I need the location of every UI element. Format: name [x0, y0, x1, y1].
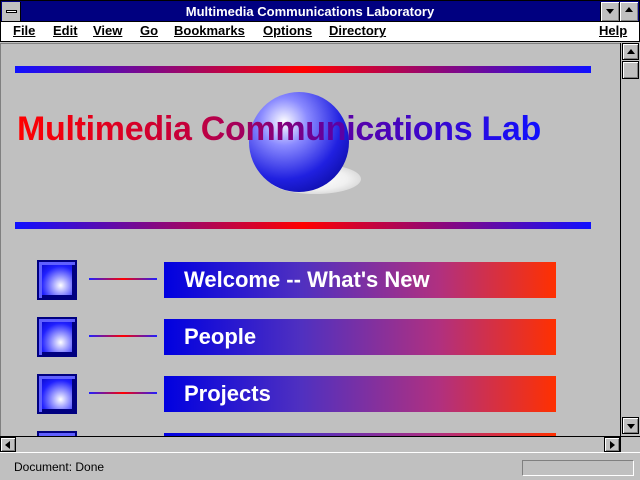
progress-indicator	[522, 460, 634, 476]
blue-square-bullet-icon[interactable]	[37, 260, 77, 300]
content-area[interactable]: Multimedia Communications Lab Welcome --…	[0, 43, 620, 436]
arrow-down-icon[interactable]	[622, 417, 639, 434]
nav-link-label: Projects	[184, 381, 271, 406]
menu-options[interactable]: Options	[263, 23, 312, 38]
title-bar[interactable]: Multimedia Communications Laboratory	[0, 0, 640, 22]
menu-file[interactable]: File	[13, 23, 35, 38]
nav-row-people: People	[37, 317, 557, 357]
nav-link-people[interactable]: People	[164, 319, 556, 355]
scrollbar-corner	[620, 436, 640, 452]
arrow-left-icon[interactable]	[0, 437, 16, 452]
nav-link-projects[interactable]: Projects	[164, 376, 556, 412]
blue-square-bullet-icon[interactable]	[37, 374, 77, 414]
vertical-scrollbar[interactable]	[620, 43, 640, 436]
maximize-icon[interactable]	[619, 2, 638, 21]
menu-help[interactable]: Help	[599, 23, 627, 38]
system-menu-icon[interactable]	[2, 2, 21, 21]
arrow-up-icon[interactable]	[622, 43, 639, 60]
menu-go[interactable]: Go	[140, 23, 158, 38]
menu-bookmarks[interactable]: Bookmarks	[174, 23, 245, 38]
connector-line	[89, 278, 157, 280]
nav-row-projects: Projects	[37, 374, 557, 414]
page-headline: Multimedia Communications Lab	[17, 110, 542, 148]
menu-edit[interactable]: Edit	[53, 23, 78, 38]
vertical-scroll-thumb[interactable]	[622, 61, 639, 79]
nav-link-label: Welcome -- What's New	[184, 267, 430, 292]
nav-row-welcome: Welcome -- What's New	[37, 260, 557, 300]
arrow-right-icon[interactable]	[604, 437, 620, 452]
blue-square-bullet-icon[interactable]	[37, 317, 77, 357]
gradient-rule-top	[15, 66, 591, 73]
status-bar: Document: Done	[0, 452, 640, 480]
minimize-icon[interactable]	[600, 2, 619, 21]
menu-bar: File Edit View Go Bookmarks Options Dire…	[0, 22, 640, 42]
horizontal-scrollbar[interactable]	[0, 436, 620, 452]
status-text: Document: Done	[14, 460, 105, 474]
menu-directory[interactable]: Directory	[329, 23, 386, 38]
menu-view[interactable]: View	[93, 23, 122, 38]
connector-line	[89, 392, 157, 394]
gradient-rule-bottom	[15, 222, 591, 229]
nav-link-welcome[interactable]: Welcome -- What's New	[164, 262, 556, 298]
nav-link-label: People	[184, 324, 257, 349]
connector-line	[89, 335, 157, 337]
window-title: Multimedia Communications Laboratory	[185, 4, 435, 19]
